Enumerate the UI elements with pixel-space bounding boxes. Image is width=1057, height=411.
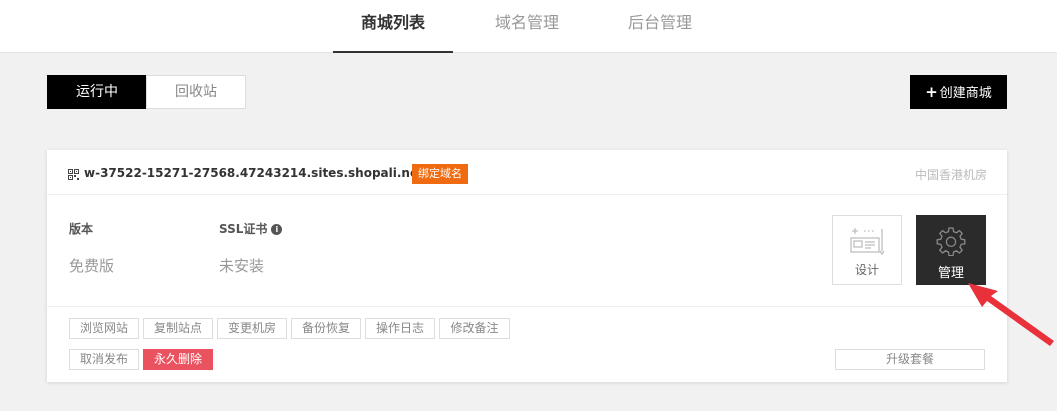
annotation-arrow-icon bbox=[968, 283, 1054, 346]
tab-shop-list[interactable]: 商城列表 bbox=[333, 0, 453, 53]
filter-recycle-bin-button[interactable]: 回收站 bbox=[146, 75, 246, 109]
backup-restore-button[interactable]: 备份恢复 bbox=[291, 318, 361, 339]
create-shop-button[interactable]: + 创建商城 bbox=[910, 75, 1007, 109]
design-icon bbox=[850, 228, 885, 255]
ssl-label-text: SSL证书 bbox=[219, 222, 268, 236]
manage-label: 管理 bbox=[937, 266, 964, 281]
gear-icon bbox=[936, 227, 966, 256]
change-datacenter-button[interactable]: 变更机房 bbox=[217, 318, 287, 339]
divider bbox=[47, 306, 1007, 307]
version-value: 免费版 bbox=[69, 257, 115, 275]
site-domain: w-37522-15271-27568.47243214.sites.shopa… bbox=[84, 166, 424, 180]
unpublish-button[interactable]: 取消发布 bbox=[69, 349, 139, 370]
site-card-header: w-37522-15271-27568.47243214.sites.shopa… bbox=[47, 150, 1007, 195]
server-region: 中国香港机房 bbox=[914, 168, 987, 182]
site-card: w-37522-15271-27568.47243214.sites.shopa… bbox=[47, 150, 1007, 382]
ssl-label: SSL证书 i bbox=[219, 220, 283, 237]
bind-domain-button[interactable]: 绑定域名 bbox=[412, 164, 468, 184]
qr-code-icon[interactable] bbox=[68, 169, 79, 180]
manage-button[interactable]: 管理 bbox=[916, 215, 986, 285]
operation-log-button[interactable]: 操作日志 bbox=[365, 318, 435, 339]
edit-note-button[interactable]: 修改备注 bbox=[439, 318, 510, 339]
plus-icon: + bbox=[925, 83, 938, 101]
filter-running-button[interactable]: 运行中 bbox=[47, 75, 147, 109]
design-label: 设计 bbox=[854, 263, 879, 277]
ssl-value: 未安装 bbox=[219, 257, 265, 275]
browse-site-button[interactable]: 浏览网站 bbox=[69, 318, 139, 339]
upgrade-plan-button[interactable]: 升级套餐 bbox=[835, 349, 985, 370]
delete-forever-button[interactable]: 永久删除 bbox=[143, 349, 213, 370]
tab-backend-management[interactable]: 后台管理 bbox=[600, 0, 720, 53]
info-icon[interactable]: i bbox=[271, 224, 283, 235]
copy-site-button[interactable]: 复制站点 bbox=[143, 318, 213, 339]
design-button[interactable]: 设计 bbox=[832, 215, 902, 285]
create-shop-label: 创建商城 bbox=[939, 86, 992, 101]
tab-domain-management[interactable]: 域名管理 bbox=[467, 0, 587, 53]
version-label: 版本 bbox=[69, 222, 94, 236]
top-nav: 商城列表 域名管理 后台管理 bbox=[0, 0, 1057, 53]
